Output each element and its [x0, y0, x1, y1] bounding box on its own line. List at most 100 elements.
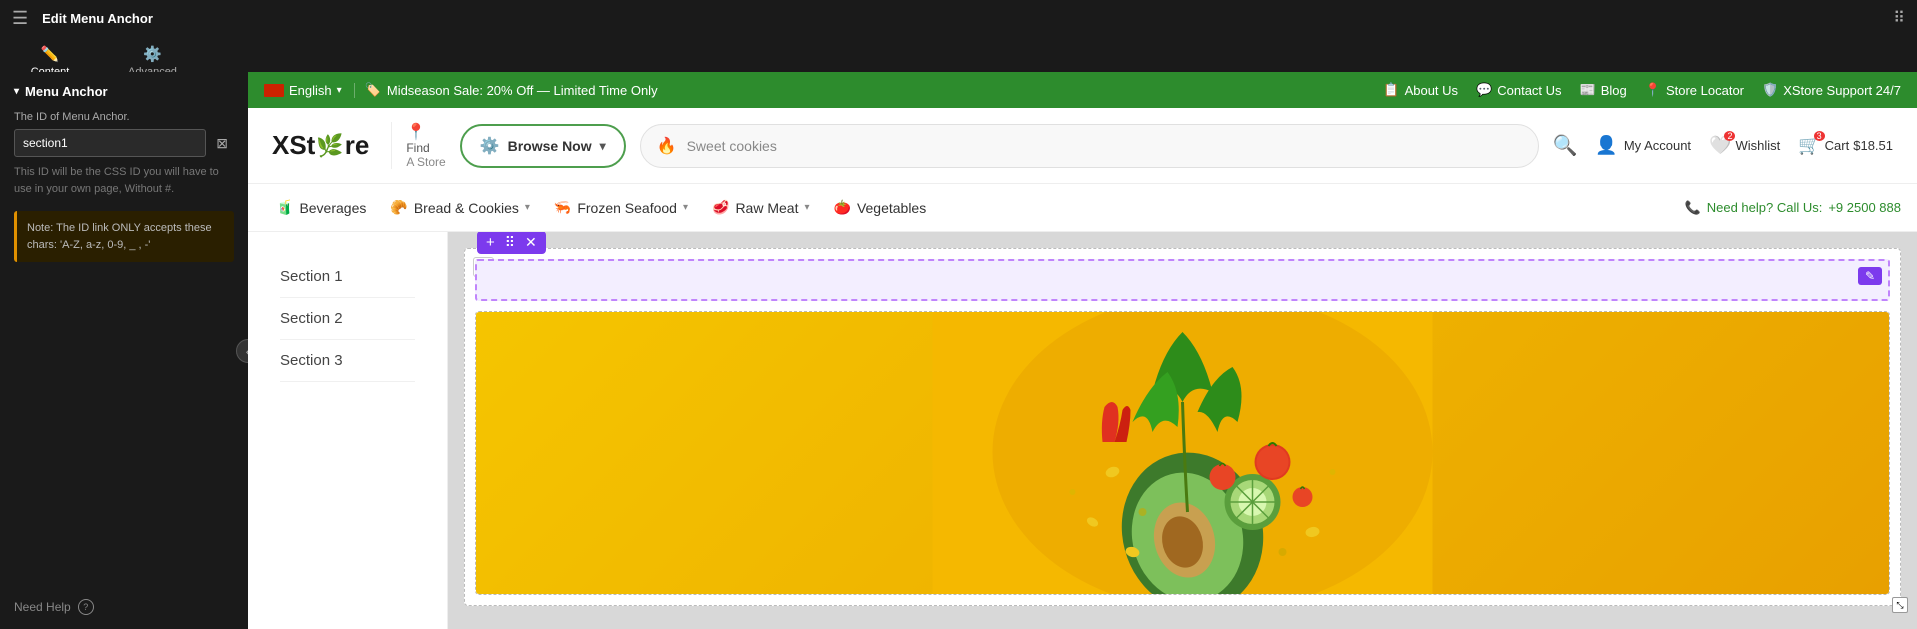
field-hint: This ID will be the CSS ID you will have…	[14, 164, 234, 197]
header-actions: 🔍 👤 My Account 🤍2 Wishlist 🛒3 Cart $18.5…	[1553, 133, 1893, 158]
search-bar[interactable]: 🔥 Sweet cookies	[640, 124, 1539, 168]
nav-bar: 🧃 Beverages 🥐 Bread & Cookies ▾ 🦐 Frozen…	[248, 184, 1917, 232]
element-action-toolbar[interactable]: + ⠿ ✕	[477, 232, 546, 254]
pin-icon: 📍	[406, 122, 426, 142]
bread-icon: 🥐	[390, 199, 407, 216]
resize-handle[interactable]: ⤡	[1892, 597, 1908, 613]
flag-icon	[264, 84, 284, 97]
delete-element-button[interactable]: ✕	[522, 234, 540, 251]
support-link[interactable]: 🛡️ XStore Support 24/7	[1762, 82, 1901, 98]
move-element-button[interactable]: ⠿	[502, 234, 518, 251]
section-nav-item-3[interactable]: Section 3	[280, 340, 415, 382]
sidebar-note: Note: The ID link ONLY accepts these cha…	[14, 211, 234, 262]
browse-button[interactable]: ⚙️ Browse Now ▾	[460, 124, 626, 168]
blog-link[interactable]: 📰 Blog	[1580, 82, 1627, 98]
phone-icon: 📞	[1685, 200, 1701, 216]
editor-title: Edit Menu Anchor	[42, 11, 1879, 26]
support-icon: 🛡️	[1762, 82, 1778, 98]
logo-leaf: 🌿	[316, 133, 343, 159]
blog-icon: 📰	[1580, 82, 1596, 98]
nav-item-raw-meat[interactable]: 🥩 Raw Meat ▾	[700, 187, 822, 228]
section-3-label: Section 3	[280, 352, 343, 369]
section-nav-item-1[interactable]: Section 1	[280, 256, 415, 298]
left-section-nav: Section 1 Section 2 Section 3	[248, 232, 448, 629]
browse-label: Browse Now	[508, 138, 592, 154]
menu-anchor-input[interactable]	[14, 129, 206, 157]
chevron-down-icon: ▾	[14, 86, 19, 97]
language-selector[interactable]: English ▾	[264, 83, 355, 98]
phone-number: +9 2500 888	[1828, 200, 1901, 215]
wishlist-label: Wishlist	[1735, 138, 1780, 153]
help-circle-icon: ?	[78, 599, 94, 615]
sidebar-section-header[interactable]: ▾ Menu Anchor	[0, 72, 248, 107]
beverages-label: Beverages	[299, 200, 366, 216]
about-us-label: About Us	[1405, 83, 1458, 98]
bread-label: Bread & Cookies	[414, 200, 519, 216]
nav-item-beverages[interactable]: 🧃 Beverages	[264, 187, 378, 228]
my-account-label: My Account	[1624, 138, 1691, 153]
sale-banner: 🏷️ Midseason Sale: 20% Off — Limited Tim…	[365, 82, 658, 98]
help-phone: 📞 Need help? Call Us: +9 2500 888	[1685, 200, 1901, 216]
main-canvas: ⊞ + ⠿ ✕ ✎ ⤡	[448, 232, 1917, 629]
about-us-link[interactable]: 📋 About Us	[1383, 82, 1458, 98]
logo-rest: re	[345, 130, 370, 161]
sidebar-field-group: The ID of Menu Anchor. ⊠ This ID will be…	[0, 107, 248, 205]
help-text: Need help? Call Us:	[1707, 200, 1823, 215]
page-body: Section 1 Section 2 Section 3 ⊞	[248, 232, 1917, 629]
section-nav-item-2[interactable]: Section 2	[280, 298, 415, 340]
nav-item-bread[interactable]: 🥐 Bread & Cookies ▾	[378, 187, 542, 228]
logo-text: XSt	[272, 130, 315, 161]
section-1-label: Section 1	[280, 268, 343, 285]
raw-meat-chevron: ▾	[804, 202, 809, 213]
frozen-label: Frozen Seafood	[577, 200, 677, 216]
store-locator-label: Store Locator	[1666, 83, 1744, 98]
bread-chevron: ▾	[525, 202, 530, 213]
top-announcement-bar: English ▾ 🏷️ Midseason Sale: 20% Off — L…	[248, 72, 1917, 108]
wishlist[interactable]: 🤍2 Wishlist	[1709, 135, 1780, 156]
need-help[interactable]: Need Help ?	[0, 585, 248, 629]
field-label: The ID of Menu Anchor.	[14, 111, 234, 123]
nav-item-vegetables[interactable]: 🍅 Vegetables	[822, 187, 939, 228]
raw-meat-label: Raw Meat	[735, 200, 798, 216]
contact-us-link[interactable]: 💬 Contact Us	[1476, 82, 1562, 98]
selected-element-block[interactable]: + ⠿ ✕ ✎	[475, 259, 1890, 301]
cart[interactable]: 🛒3 Cart $18.51	[1798, 135, 1893, 156]
hamburger-icon[interactable]: ☰	[12, 8, 28, 29]
clear-input-button[interactable]: ⊠	[210, 133, 234, 154]
edit-element-button[interactable]: ✎	[1858, 267, 1882, 285]
content-icon: ✏️	[41, 45, 60, 63]
my-account[interactable]: 👤 My Account	[1595, 135, 1691, 156]
support-label: XStore Support 24/7	[1783, 83, 1901, 98]
find-store[interactable]: 📍 Find A Store	[391, 122, 445, 168]
search-placeholder: Sweet cookies	[687, 138, 777, 154]
grid-icon: ⠿	[1893, 8, 1905, 28]
need-help-label: Need Help	[14, 600, 71, 614]
find-label: Find	[406, 142, 429, 155]
store-header: XSt🌿re 📍 Find A Store ⚙️ Browse Now ▾ 🔥 …	[248, 108, 1917, 184]
cart-icon: 🛒3	[1798, 135, 1820, 156]
store-logo[interactable]: XSt🌿re	[272, 130, 369, 161]
tag-icon: 🏷️	[365, 82, 381, 98]
sidebar-section-title: Menu Anchor	[25, 84, 108, 99]
inner-content-block	[475, 311, 1890, 595]
frozen-chevron: ▾	[683, 202, 688, 213]
cart-amount: $18.51	[1853, 138, 1893, 153]
lang-chevron-icon: ▾	[337, 85, 342, 96]
search-button[interactable]: 🔍	[1553, 133, 1578, 158]
store-locator-link[interactable]: 📍 Store Locator	[1645, 82, 1744, 98]
vegetables-icon: 🍅	[834, 199, 851, 216]
locator-icon: 📍	[1645, 82, 1661, 98]
sidebar-collapse-button[interactable]: ‹	[236, 339, 248, 363]
heart-icon: 🤍2	[1709, 135, 1731, 156]
store-label: A Store	[406, 156, 445, 169]
blog-label: Blog	[1601, 83, 1627, 98]
beverages-icon: 🧃	[276, 199, 293, 216]
content-block-outer: ⊞ + ⠿ ✕ ✎ ⤡	[464, 248, 1901, 606]
vegetables-label: Vegetables	[857, 200, 926, 216]
nav-item-frozen[interactable]: 🦐 Frozen Seafood ▾	[542, 187, 700, 228]
language-label: English	[289, 83, 332, 98]
add-element-button[interactable]: +	[483, 234, 498, 251]
veggie-illustration	[476, 312, 1889, 594]
fire-icon: 🔥	[657, 136, 677, 156]
note-text: Note: The ID link ONLY accepts these cha…	[27, 222, 212, 251]
